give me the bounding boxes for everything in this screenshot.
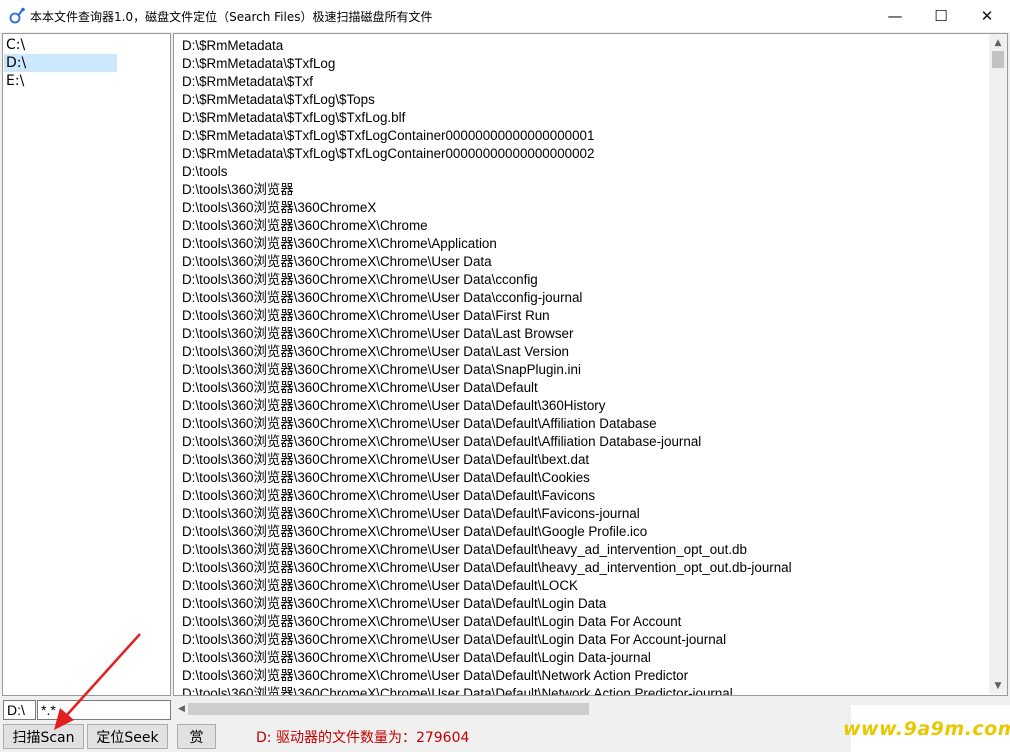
file-row[interactable]: D:\tools\360浏览器\360ChromeX\Chrome\User D… xyxy=(182,595,982,613)
drive-item-d[interactable]: D:\ xyxy=(4,54,117,72)
close-button[interactable]: ✕ xyxy=(964,0,1010,32)
file-row[interactable]: D:\tools\360浏览器\360ChromeX\Chrome\User D… xyxy=(182,541,982,559)
file-row[interactable]: D:\tools\360浏览器\360ChromeX\Chrome\User D… xyxy=(182,451,982,469)
file-row[interactable]: D:\$RmMetadata\$TxfLog\$TxfLog.blf xyxy=(182,109,982,127)
file-row[interactable]: D:\tools\360浏览器\360ChromeX\Chrome\User D… xyxy=(182,613,982,631)
file-row[interactable]: D:\tools\360浏览器\360ChromeX\Chrome\User D… xyxy=(182,361,982,379)
file-row[interactable]: D:\$RmMetadata\$TxfLog\$Tops xyxy=(182,91,982,109)
file-row[interactable]: D:\tools\360浏览器\360ChromeX xyxy=(182,199,982,217)
file-row[interactable]: D:\tools\360浏览器\360ChromeX\Chrome\User D… xyxy=(182,487,982,505)
file-row[interactable]: D:\$RmMetadata\$TxfLog\$TxfLogContainer0… xyxy=(182,127,982,145)
watermark-text: www.9a9m.com xyxy=(842,717,1010,740)
file-row[interactable]: D:\tools\360浏览器\360ChromeX\Chrome\User D… xyxy=(182,415,982,433)
file-rows: D:\$RmMetadata D:\$RmMetadata\$TxfLog D:\$… xyxy=(182,37,982,695)
file-row[interactable]: D:\tools\360浏览器\360ChromeX\Chrome\Applic… xyxy=(182,235,982,253)
file-row[interactable]: D:\tools\360浏览器\360ChromeX\Chrome\User D… xyxy=(182,631,982,649)
maximize-button[interactable]: ☐ xyxy=(918,0,964,32)
file-row[interactable]: D:\tools xyxy=(182,163,982,181)
minimize-button[interactable]: — xyxy=(872,0,918,32)
file-row[interactable]: D:\$RmMetadata\$TxfLog xyxy=(182,55,982,73)
file-row[interactable]: D:\tools\360浏览器\360ChromeX\Chrome\User D… xyxy=(182,397,982,415)
file-row[interactable]: D:\tools\360浏览器\360ChromeX\Chrome\User D… xyxy=(182,577,982,595)
file-row[interactable]: D:\tools\360浏览器\360ChromeX\Chrome\User D… xyxy=(182,271,982,289)
reward-button[interactable]: 赏 xyxy=(177,724,216,749)
file-list[interactable]: D:\$RmMetadata D:\$RmMetadata\$TxfLog D:\$… xyxy=(173,33,1008,696)
file-row[interactable]: D:\tools\360浏览器\360ChromeX\Chrome xyxy=(182,217,982,235)
file-row[interactable]: D:\tools\360浏览器\360ChromeX\Chrome\User D… xyxy=(182,559,982,577)
file-row[interactable]: D:\tools\360浏览器\360ChromeX\Chrome\User D… xyxy=(182,469,982,487)
watermark: www.9a9m.com xyxy=(843,705,1010,752)
file-row[interactable]: D:\tools\360浏览器 xyxy=(182,181,982,199)
file-row[interactable]: D:\tools\360浏览器\360ChromeX\Chrome\User D… xyxy=(182,307,982,325)
path-field[interactable]: D:\ xyxy=(3,700,36,720)
status-text: D: 驱动器的文件数量为：279604 xyxy=(256,730,470,746)
file-row[interactable]: D:\$RmMetadata xyxy=(182,37,982,55)
file-row[interactable]: D:\tools\360浏览器\360ChromeX\Chrome\User D… xyxy=(182,253,982,271)
file-row[interactable]: D:\tools\360浏览器\360ChromeX\Chrome\User D… xyxy=(182,433,982,451)
vertical-scroll-thumb[interactable] xyxy=(992,51,1004,68)
maximize-icon: ☐ xyxy=(934,7,948,25)
file-row[interactable]: D:\tools\360浏览器\360ChromeX\Chrome\User D… xyxy=(182,343,982,361)
close-icon: ✕ xyxy=(980,7,994,25)
file-row[interactable]: D:\tools\360浏览器\360ChromeX\Chrome\User D… xyxy=(182,523,982,541)
drive-item-c[interactable]: C:\ xyxy=(4,36,117,54)
scan-button[interactable]: 扫描Scan xyxy=(3,724,84,749)
seek-button[interactable]: 定位Seek xyxy=(87,724,168,749)
pattern-field[interactable]: *.* xyxy=(37,700,171,720)
title-bar: 本本文件查询器1.0，磁盘文件定位（Search Files）极速扫描磁盘所有文… xyxy=(0,0,1010,32)
vertical-scrollbar[interactable]: ▲ ▼ xyxy=(989,34,1007,694)
file-row[interactable]: D:\tools\360浏览器\360ChromeX\Chrome\User D… xyxy=(182,685,982,695)
file-row[interactable]: D:\tools\360浏览器\360ChromeX\Chrome\User D… xyxy=(182,667,982,685)
file-row[interactable]: D:\tools\360浏览器\360ChromeX\Chrome\User D… xyxy=(182,505,982,523)
minimize-icon: — xyxy=(887,7,903,25)
scroll-left-icon[interactable]: ◀ xyxy=(175,700,188,718)
file-row[interactable]: D:\$RmMetadata\$TxfLog\$TxfLogContainer0… xyxy=(182,145,982,163)
drive-list[interactable]: C:\ D:\ E:\ xyxy=(2,33,171,696)
scroll-up-icon[interactable]: ▲ xyxy=(989,34,1007,51)
horizontal-scroll-thumb[interactable] xyxy=(188,703,589,715)
scroll-down-icon[interactable]: ▼ xyxy=(989,677,1007,694)
window-title: 本本文件查询器1.0，磁盘文件定位（Search Files）极速扫描磁盘所有文… xyxy=(30,10,433,24)
file-row[interactable]: D:\tools\360浏览器\360ChromeX\Chrome\User D… xyxy=(182,325,982,343)
drive-item-e[interactable]: E:\ xyxy=(4,72,117,90)
file-row[interactable]: D:\tools\360浏览器\360ChromeX\Chrome\User D… xyxy=(182,289,982,307)
file-row[interactable]: D:\$RmMetadata\$Txf xyxy=(182,73,982,91)
file-row[interactable]: D:\tools\360浏览器\360ChromeX\Chrome\User D… xyxy=(182,649,982,667)
app-icon xyxy=(9,7,25,24)
file-row[interactable]: D:\tools\360浏览器\360ChromeX\Chrome\User D… xyxy=(182,379,982,397)
